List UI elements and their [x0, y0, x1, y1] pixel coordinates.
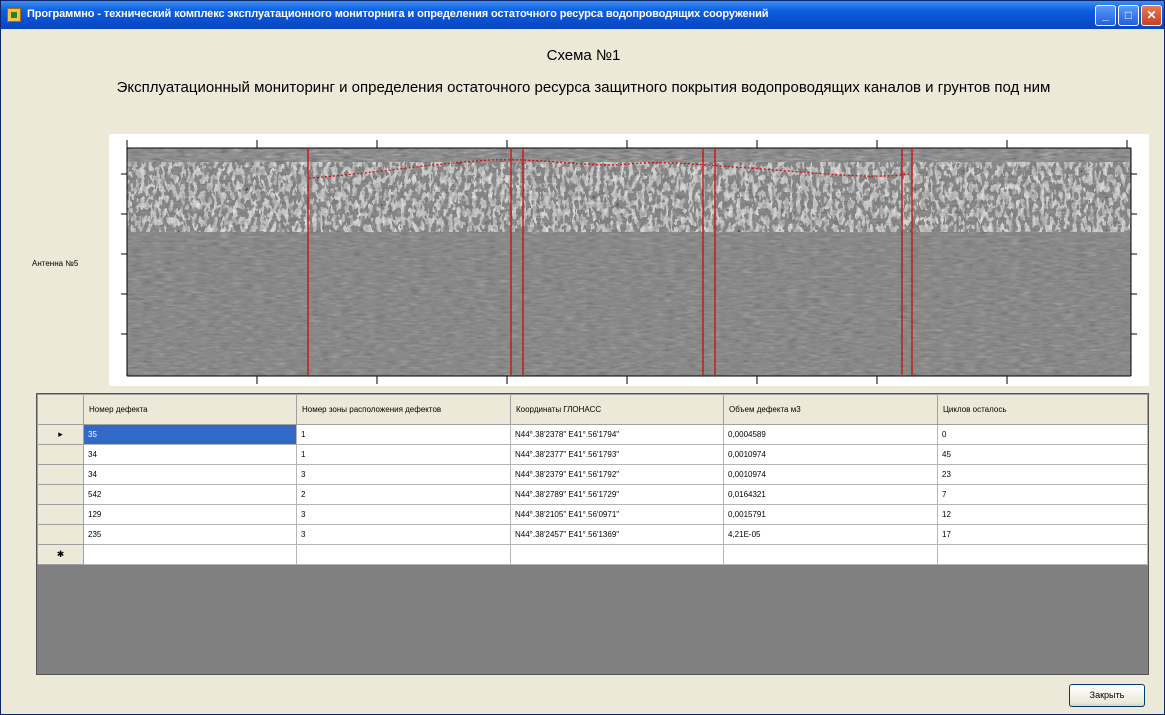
radargram-image: [109, 134, 1149, 386]
table-cell[interactable]: 0,0010974: [723, 444, 938, 465]
row-selector[interactable]: [37, 524, 84, 545]
table-cell[interactable]: 0,0010974: [723, 464, 938, 485]
row-selector[interactable]: [37, 464, 84, 485]
table-row[interactable]: 129 3 N44°.38'2105" E41°.56'0971" 0,0015…: [37, 504, 1148, 525]
row-selector[interactable]: ▸: [37, 424, 84, 445]
new-row-cell[interactable]: [83, 544, 297, 565]
table-cell[interactable]: 3: [296, 524, 511, 545]
table-cell[interactable]: 0,0164321: [723, 484, 938, 505]
table-cell[interactable]: N44°.38'2379" E41°.56'1792": [510, 464, 724, 485]
minimize-button[interactable]: _: [1095, 5, 1116, 26]
table-row[interactable]: 542 2 N44°.38'2789" E41°.56'1729" 0,0164…: [37, 484, 1148, 505]
row-header-corner: [37, 394, 84, 425]
column-header[interactable]: Координаты ГЛОНАСС: [510, 394, 724, 425]
window-title: Программно - технический комплекс эксплу…: [27, 8, 769, 20]
title-bar[interactable]: Программно - технический комплекс эксплу…: [1, 1, 1164, 29]
table-cell[interactable]: 1: [296, 424, 511, 445]
table-row[interactable]: 235 3 N44°.38'2457" E41°.56'1369" 4,21E-…: [37, 524, 1148, 545]
new-row-cell[interactable]: [510, 544, 724, 565]
table-cell[interactable]: 129: [83, 504, 297, 525]
table-cell[interactable]: 2: [296, 484, 511, 505]
table-cell[interactable]: 235: [83, 524, 297, 545]
close-button[interactable]: Закрыть: [1069, 684, 1145, 707]
table-cell[interactable]: 0: [937, 424, 1148, 445]
defects-grid[interactable]: Номер дефекта Номер зоны расположения де…: [36, 393, 1149, 675]
row-selector[interactable]: [37, 484, 84, 505]
main-window: Программно - технический комплекс эксплу…: [0, 0, 1165, 715]
table-cell[interactable]: 12: [937, 504, 1148, 525]
table-cell[interactable]: N44°.38'2789" E41°.56'1729": [510, 484, 724, 505]
scheme-title: Схема №1: [546, 47, 621, 64]
table-cell[interactable]: 3: [296, 464, 511, 485]
table-cell[interactable]: N44°.38'2457" E41°.56'1369": [510, 524, 724, 545]
maximize-button[interactable]: □: [1118, 5, 1139, 26]
new-row-cell[interactable]: [937, 544, 1148, 565]
table-row[interactable]: ▸ 35 1 N44°.38'2378" E41°.56'1794" 0,000…: [37, 424, 1148, 445]
row-selector[interactable]: [37, 504, 84, 525]
table-cell[interactable]: 4,21E-05: [723, 524, 938, 545]
table-cell[interactable]: 34: [83, 464, 297, 485]
table-cell[interactable]: 45: [937, 444, 1148, 465]
grid-header-row: Номер дефекта Номер зоны расположения де…: [37, 394, 1148, 425]
table-cell[interactable]: 0,0015791: [723, 504, 938, 525]
table-cell[interactable]: 35: [83, 424, 297, 445]
new-row-cell[interactable]: [296, 544, 511, 565]
app-icon: [7, 8, 21, 22]
scheme-subtitle: Эксплуатационный мониторинг и определени…: [116, 79, 1051, 96]
table-cell[interactable]: 7: [937, 484, 1148, 505]
new-row-cell[interactable]: [723, 544, 938, 565]
table-cell[interactable]: N44°.38'2378" E41°.56'1794": [510, 424, 724, 445]
column-header[interactable]: Циклов осталось: [937, 394, 1148, 425]
table-cell[interactable]: 3: [296, 504, 511, 525]
defects-table: Номер дефекта Номер зоны расположения де…: [37, 394, 1148, 565]
table-cell[interactable]: 0,0004589: [723, 424, 938, 445]
table-cell[interactable]: 542: [83, 484, 297, 505]
new-row-marker[interactable]: ✱: [37, 544, 84, 565]
antenna-label: Антенна №5: [32, 259, 79, 268]
table-cell[interactable]: 23: [937, 464, 1148, 485]
row-selector[interactable]: [37, 444, 84, 465]
table-cell[interactable]: 17: [937, 524, 1148, 545]
table-cell[interactable]: 34: [83, 444, 297, 465]
column-header[interactable]: Объем дефекта м3: [723, 394, 938, 425]
table-cell[interactable]: N44°.38'2377" E41°.56'1793": [510, 444, 724, 465]
close-window-button[interactable]: ✕: [1141, 5, 1162, 26]
column-header[interactable]: Номер дефекта: [83, 394, 297, 425]
new-row[interactable]: ✱: [37, 544, 1148, 565]
radargram-panel: [109, 134, 1149, 386]
table-cell[interactable]: 1: [296, 444, 511, 465]
table-row[interactable]: 34 1 N44°.38'2377" E41°.56'1793" 0,00109…: [37, 444, 1148, 465]
column-header[interactable]: Номер зоны расположения дефектов: [296, 394, 511, 425]
table-row[interactable]: 34 3 N44°.38'2379" E41°.56'1792" 0,00109…: [37, 464, 1148, 485]
table-cell[interactable]: N44°.38'2105" E41°.56'0971": [510, 504, 724, 525]
